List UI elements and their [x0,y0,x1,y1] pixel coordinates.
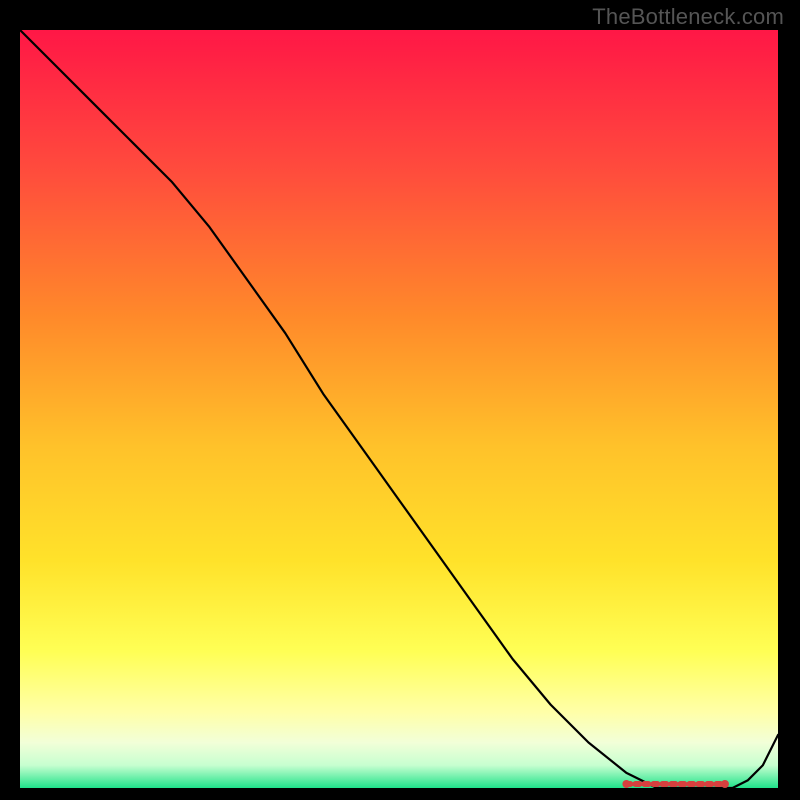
plot-area [20,30,778,788]
watermark-label: TheBottleneck.com [592,4,784,30]
chart-svg [20,30,778,788]
chart-frame: TheBottleneck.com [0,0,800,800]
